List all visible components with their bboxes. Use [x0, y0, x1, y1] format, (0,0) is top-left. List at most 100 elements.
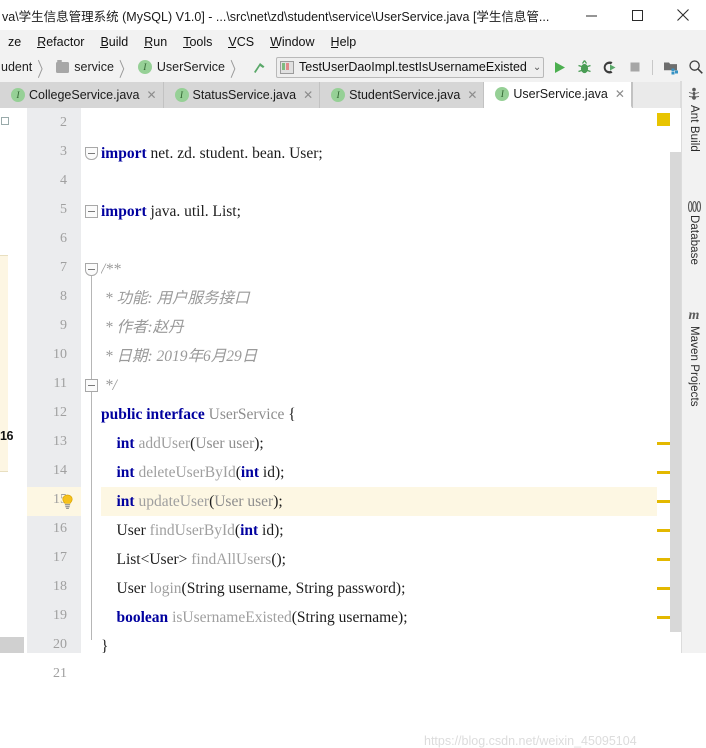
project-structure-button[interactable]: [660, 57, 681, 78]
code-token: User: [116, 580, 150, 597]
code-token: List<User>: [116, 551, 192, 568]
code-line[interactable]: * 日期: 2019年6月29日: [101, 342, 257, 371]
jump-to-source-icon[interactable]: [251, 59, 268, 76]
tab-collegeservice[interactable]: I CollegeService.java ✕: [0, 82, 164, 108]
menu-item-tools[interactable]: Tools: [175, 30, 220, 53]
fold-toggle-icon[interactable]: [85, 379, 98, 392]
code-line[interactable]: boolean isUsernameExisted(String usernam…: [101, 603, 408, 632]
menu-item-analyze[interactable]: ze: [0, 30, 29, 53]
error-stripe-marker-bar[interactable]: [657, 108, 670, 653]
tool-database[interactable]: Database: [682, 201, 706, 265]
code-token: UserService: [208, 406, 285, 423]
interface-icon: I: [174, 88, 189, 102]
tab-studentservice[interactable]: I StudentService.java ✕: [320, 82, 485, 108]
tab-label: CollegeService.java: [29, 88, 140, 102]
breadcrumb-label: UserService: [156, 60, 225, 74]
code-line[interactable]: * 功能: 用户服务接口: [101, 284, 250, 313]
code-line[interactable]: /**: [101, 255, 121, 284]
debug-button[interactable]: [574, 57, 595, 78]
menu-item-build[interactable]: Build: [92, 30, 136, 53]
code-content[interactable]: import net. zd. student. bean. User; impo…: [101, 108, 657, 653]
maximize-button[interactable]: [614, 0, 660, 30]
breadcrumb: udent 〉 service 〉 I UserService 〉: [0, 57, 247, 80]
close-icon[interactable]: ✕: [146, 89, 156, 101]
line-number: 18: [53, 579, 67, 594]
code-line[interactable]: import java. util. List;: [101, 197, 241, 226]
tool-maven-projects[interactable]: m Maven Projects: [682, 309, 706, 407]
chevron-down-icon[interactable]: ⌄: [527, 62, 541, 73]
lightbulb-intention-icon[interactable]: [61, 494, 74, 509]
menu-item-refactor[interactable]: Refactor: [29, 30, 92, 53]
close-icon[interactable]: ✕: [467, 89, 477, 101]
fold-toggle-icon[interactable]: [85, 147, 98, 160]
code-token: deleteUserById: [138, 464, 236, 481]
line-number: 14: [53, 463, 67, 478]
database-icon: [687, 201, 701, 212]
error-stripe-tick[interactable]: [657, 587, 670, 590]
run-configuration-selector[interactable]: TestUserDaoImpl.testIsUsernameExisted ⌄: [276, 56, 544, 78]
ant-icon: [688, 87, 700, 102]
code-line[interactable]: int addUser(User user);: [101, 429, 264, 458]
error-stripe-tick[interactable]: [657, 500, 670, 503]
code-line[interactable]: User findUserById(int id);: [101, 516, 284, 545]
code-line[interactable]: */: [101, 371, 117, 400]
code-token: import: [101, 145, 151, 162]
error-stripe-tick[interactable]: [657, 558, 670, 561]
search-icon[interactable]: [685, 57, 706, 78]
code-line[interactable]: User login(String username, String passw…: [101, 574, 406, 603]
breadcrumb-item-service[interactable]: service: [54, 59, 115, 74]
tab-statusservice[interactable]: I StatusService.java ✕: [163, 82, 321, 108]
code-token: /**: [101, 261, 121, 278]
menu-item-vcs[interactable]: VCS: [220, 30, 262, 53]
right-tool-window-bar: Ant Build Database m Maven Projects: [681, 81, 706, 653]
code-line[interactable]: import net. zd. student. bean. User;: [101, 139, 323, 168]
line-number: 3: [60, 144, 67, 159]
fold-toggle-icon[interactable]: [85, 263, 98, 276]
code-token: boolean: [116, 609, 173, 626]
code-line[interactable]: public interface UserService {: [101, 400, 296, 429]
run-button[interactable]: [549, 57, 570, 78]
breadcrumb-label: service: [74, 60, 114, 74]
fold-column[interactable]: [81, 108, 101, 653]
error-stripe-tick[interactable]: [657, 471, 670, 474]
code-token: */: [101, 377, 117, 394]
fold-indicator-offscreen: [1, 117, 9, 125]
editor-gutter[interactable]: 2 3 4 5 6 7 8 9 10 11 12 13 14 15 16 17 18 19 20 21: [27, 108, 81, 681]
code-token: updateUser: [138, 493, 210, 510]
code-token: (String username, String password);: [181, 580, 406, 597]
code-token: int: [116, 493, 139, 510]
code-line[interactable]: int updateUser(User user);: [101, 487, 283, 516]
code-line[interactable]: List<User> findAllUsers();: [101, 545, 286, 574]
close-icon[interactable]: ✕: [615, 88, 625, 100]
error-stripe-summary-icon[interactable]: [657, 113, 670, 126]
error-stripe-tick[interactable]: [657, 529, 670, 532]
tool-ant-build[interactable]: Ant Build: [682, 87, 706, 152]
menu-item-window[interactable]: Window: [262, 30, 322, 53]
code-line[interactable]: int deleteUserById(int id);: [101, 458, 285, 487]
code-token: findAllUsers: [191, 551, 272, 568]
minimize-button[interactable]: [568, 0, 614, 30]
close-button[interactable]: [660, 0, 706, 30]
interface-icon: I: [331, 88, 346, 102]
code-line[interactable]: * 作者:赵丹: [101, 313, 184, 342]
menu-item-help[interactable]: Help: [323, 30, 365, 53]
stop-button[interactable]: [624, 57, 645, 78]
code-editor[interactable]: 16 2 3 4 5 6 7 8 9 10 11 12 13 14 15 16 17 18 19 20 21 impo…: [0, 108, 706, 748]
line-number: 16: [53, 521, 67, 536]
tab-userservice[interactable]: I UserService.java ✕: [484, 82, 632, 108]
watermark-text: https://blog.csdn.net/weixin_45095104: [424, 734, 637, 748]
menu-item-run[interactable]: Run: [136, 30, 175, 53]
close-icon[interactable]: ✕: [303, 89, 313, 101]
code-token: findUserById: [149, 522, 235, 539]
code-token: }: [101, 638, 109, 653]
code-token: login: [149, 580, 182, 597]
breadcrumb-item-student[interactable]: udent: [0, 60, 33, 74]
fold-toggle-icon[interactable]: [85, 205, 98, 218]
error-stripe-tick[interactable]: [657, 442, 670, 445]
run-with-coverage-button[interactable]: [599, 57, 620, 78]
breadcrumb-item-userservice[interactable]: I UserService: [136, 60, 226, 74]
code-line[interactable]: }: [101, 632, 108, 653]
error-stripe-tick[interactable]: [657, 616, 670, 619]
